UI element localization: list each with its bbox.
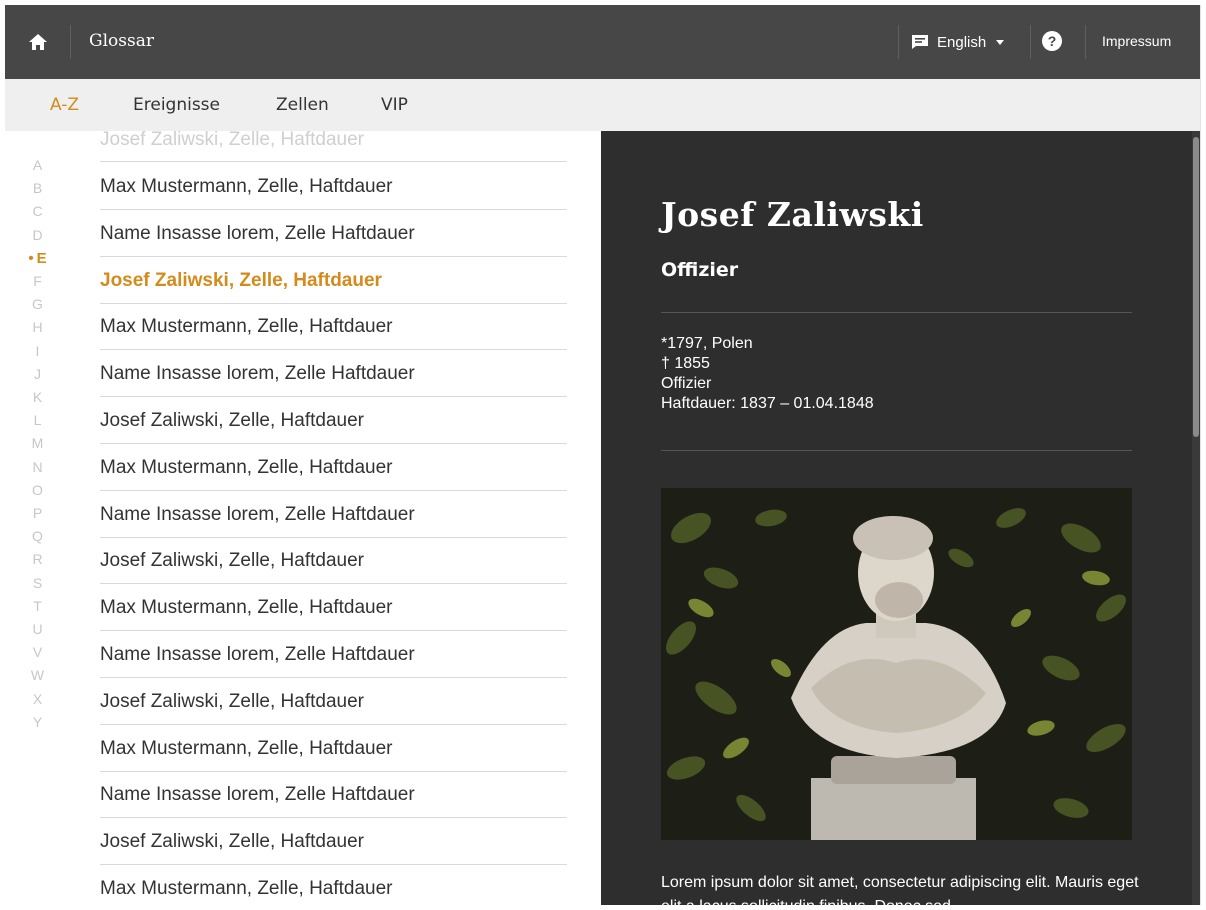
app-title: Glossar: [89, 31, 154, 51]
alphabet-letter-u[interactable]: U: [5, 621, 70, 637]
alphabet-letter-p[interactable]: P: [5, 505, 70, 521]
impressum-link[interactable]: Impressum: [1102, 33, 1171, 49]
help-icon: ?: [1047, 33, 1057, 49]
alphabet-letter-m[interactable]: M: [5, 435, 70, 451]
detail-role: Offizier: [661, 259, 739, 281]
birth-info: *1797, Polen: [661, 335, 753, 352]
list-item[interactable]: Max Mustermann, Zelle, Haftdauer: [100, 865, 567, 905]
alphabet-letter-g[interactable]: G: [5, 296, 70, 312]
alphabet-letter-i[interactable]: I: [5, 343, 70, 359]
tab-a-z[interactable]: A-Z: [50, 95, 79, 115]
alphabet-letter-f[interactable]: F: [5, 273, 70, 289]
divider: [898, 25, 899, 59]
glossary-list-panel: ABCDEFGHIJKLMNOPQRSTUVWXY Josef Zaliwski…: [5, 131, 601, 905]
tab-vip[interactable]: VIP: [381, 95, 408, 115]
tab-bar: A-Z Ereignisse Zellen VIP: [5, 79, 1200, 131]
alphabet-letter-r[interactable]: R: [5, 551, 70, 567]
alphabet-letter-d[interactable]: D: [5, 227, 70, 243]
alphabet-letter-e[interactable]: E: [5, 250, 70, 267]
alphabet-letter-n[interactable]: N: [5, 459, 70, 475]
help-button[interactable]: ?: [1042, 31, 1062, 51]
list-item[interactable]: Max Mustermann, Zelle, Haftdauer: [100, 163, 567, 210]
divider: [1085, 25, 1086, 59]
alphabet-letter-v[interactable]: V: [5, 644, 70, 660]
list-item[interactable]: Josef Zaliwski, Zelle, Haftdauer: [100, 818, 567, 866]
alphabet-letter-y[interactable]: Y: [5, 714, 70, 730]
divider: [661, 450, 1132, 451]
alphabet-letter-l[interactable]: L: [5, 412, 70, 428]
detail-description: Lorem ipsum dolor sit amet, consectetur …: [661, 874, 1139, 905]
app-frame: Glossar English ? Impressum A-Z Ereignis…: [5, 5, 1201, 905]
tab-zellen[interactable]: Zellen: [276, 95, 329, 115]
alphabet-letter-b[interactable]: B: [5, 180, 70, 196]
list-item[interactable]: Name Insasse lorem, Zelle Haftdauer: [100, 631, 567, 678]
chat-icon: [912, 35, 928, 49]
divider: [70, 25, 71, 59]
list-item[interactable]: Name Insasse lorem, Zelle Haftdauer: [100, 210, 567, 257]
list-item[interactable]: Name Insasse lorem, Zelle Haftdauer: [100, 350, 567, 398]
language-dropdown[interactable]: English: [911, 25, 1005, 59]
detail-name: Josef Zaliwski: [661, 195, 924, 234]
alphabet-letter-c[interactable]: C: [5, 203, 70, 219]
home-button[interactable]: [5, 5, 70, 79]
bust-photo-image: [661, 488, 1132, 840]
alphabet-letter-q[interactable]: Q: [5, 528, 70, 544]
detail-scrollbar[interactable]: [1192, 131, 1200, 905]
list-item[interactable]: Max Mustermann, Zelle, Haftdauer: [100, 725, 567, 772]
alphabet-letter-k[interactable]: K: [5, 389, 70, 405]
divider: [1030, 25, 1031, 59]
death-info: † 1855: [661, 355, 710, 372]
occupation-info: Offizier: [661, 375, 712, 392]
scroll-thumb[interactable]: [1193, 137, 1199, 437]
alphabet-letter-a[interactable]: A: [5, 157, 70, 173]
divider: [661, 312, 1132, 313]
detail-panel: Josef Zaliwski Offizier *1797, Polen † 1…: [601, 131, 1200, 905]
detail-facts: *1797, Polen † 1855 Offizier Haftdauer: …: [661, 334, 874, 414]
alphabet-letter-t[interactable]: T: [5, 598, 70, 614]
list-item[interactable]: Josef Zaliwski, Zelle, Haftdauer: [100, 131, 567, 162]
chevron-down-icon: [996, 39, 1005, 45]
alphabet-letter-x[interactable]: X: [5, 691, 70, 707]
alphabet-letter-j[interactable]: J: [5, 366, 70, 382]
alphabet-letter-h[interactable]: H: [5, 319, 70, 335]
list-item[interactable]: Josef Zaliwski, Zelle, Haftdauer: [100, 397, 567, 444]
list-item[interactable]: Josef Zaliwski, Zelle, Haftdauer: [100, 257, 567, 304]
alphabet-letter-s[interactable]: S: [5, 575, 70, 591]
top-bar: Glossar English ? Impressum: [5, 5, 1200, 79]
term-info: Haftdauer: 1837 – 01.04.1848: [661, 395, 874, 412]
home-icon: [28, 34, 47, 50]
list-item[interactable]: Max Mustermann, Zelle, Haftdauer: [100, 303, 567, 351]
tab-ereignisse[interactable]: Ereignisse: [133, 95, 220, 115]
list-item[interactable]: Max Mustermann, Zelle, Haftdauer: [100, 584, 567, 632]
alphabet-letter-o[interactable]: O: [5, 482, 70, 498]
list-item[interactable]: Josef Zaliwski, Zelle, Haftdauer: [100, 537, 567, 585]
list-item[interactable]: Josef Zaliwski, Zelle, Haftdauer: [100, 678, 567, 725]
bust-photo: [661, 488, 1132, 840]
language-label: English: [937, 33, 987, 51]
list-item[interactable]: Max Mustermann, Zelle, Haftdauer: [100, 444, 567, 491]
list-item[interactable]: Name Insasse lorem, Zelle Haftdauer: [100, 771, 567, 819]
alphabet-letter-w[interactable]: W: [5, 667, 70, 683]
list-item[interactable]: Name Insasse lorem, Zelle Haftdauer: [100, 491, 567, 538]
